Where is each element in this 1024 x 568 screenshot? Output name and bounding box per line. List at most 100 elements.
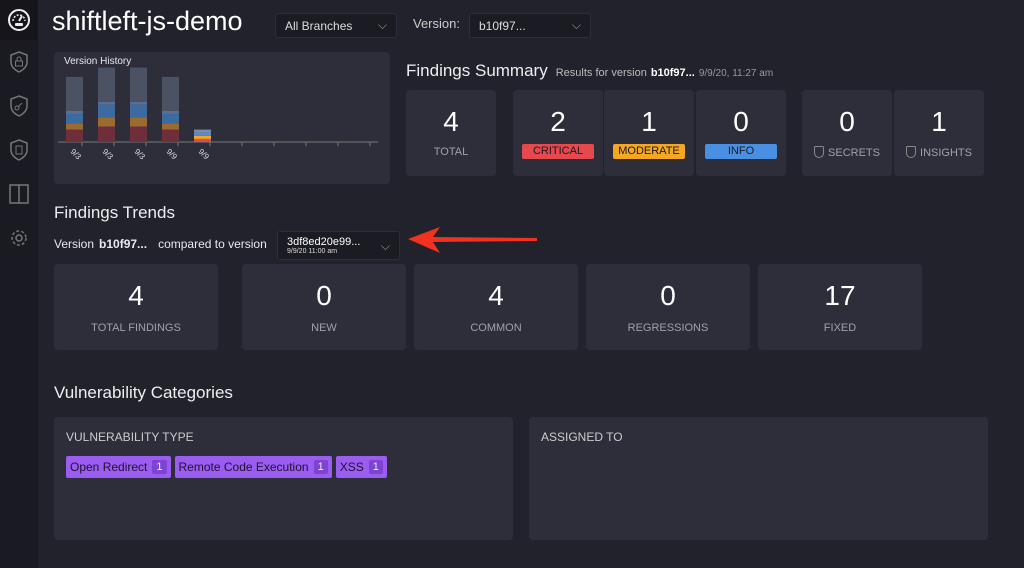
bar-segment-moderate[interactable] (66, 123, 83, 130)
tag-count: 1 (313, 460, 328, 474)
x-tick-label: 9/9 (197, 147, 212, 162)
version-history-card: Version History 9/3 9/3 9/3 9/9 9/9 (54, 52, 390, 184)
summary-stat-card[interactable]: 1 INSIGHTS (894, 90, 984, 176)
branch-select[interactable]: All Branches ⌵ (275, 13, 397, 38)
insight-shield-icon[interactable] (0, 128, 38, 172)
bar-segment-secrets[interactable] (130, 101, 147, 105)
stat-value: 4 (128, 280, 144, 311)
vulnerability-tag[interactable]: XSS 1 (335, 456, 387, 478)
dashboard-icon[interactable] (0, 0, 38, 40)
chevron-down-icon: ⌵ (377, 18, 387, 32)
assigned-to-header: ASSIGNED TO (541, 430, 623, 444)
version-select[interactable]: b10f97... ⌵ (469, 13, 591, 38)
stat-value: 1 (641, 106, 657, 137)
trend-stat-card[interactable]: 4 TOTAL FINDINGS (54, 264, 218, 350)
key-shield-icon[interactable] (0, 84, 38, 128)
bar-segment-moderate[interactable] (162, 123, 179, 130)
bar-segment-other[interactable] (162, 76, 179, 111)
trends-compare-text: Version b10f97... compared to version (54, 237, 267, 251)
vulnerability-tag[interactable]: Open Redirect 1 (66, 456, 171, 478)
bar-segment-moderate[interactable] (130, 117, 147, 127)
stat-value: 1 (931, 106, 947, 137)
trend-stat-card[interactable]: 17 FIXED (758, 264, 922, 350)
stat-value: 0 (839, 106, 855, 137)
stat-label: NEW (311, 322, 337, 334)
trend-stat-card[interactable]: 0 NEW (242, 264, 406, 350)
stat-label: INSIGHTS (920, 147, 972, 159)
version-prefix: Version (54, 237, 95, 251)
tag-count: 1 (152, 460, 167, 474)
stat-label: TOTAL FINDINGS (91, 322, 181, 334)
chevron-down-icon: ⌵ (380, 239, 390, 253)
bar-segment-moderate[interactable] (194, 135, 211, 139)
summary-stat-card[interactable]: 0 INFO (696, 90, 786, 176)
results-version: b10f97... (650, 67, 695, 79)
bar-segment-other[interactable] (130, 67, 147, 102)
bar-segment-info[interactable] (130, 104, 147, 118)
bar-segment-secrets[interactable] (194, 129, 211, 133)
stat-value: 0 (660, 280, 676, 311)
compare-version-date: 9/9/20 11:00 am (287, 248, 338, 255)
vulnerability-tag[interactable]: Remote Code Execution 1 (174, 456, 332, 478)
tag-label: Remote Code Execution (178, 460, 309, 474)
summary-title: Findings Summary (406, 61, 548, 80)
summary-stat-card[interactable]: 1 MODERATE (604, 90, 694, 176)
stat-value: 2 (550, 106, 566, 137)
gear-icon[interactable] (0, 216, 38, 260)
version-label: Version: (413, 16, 460, 31)
compare-version-value: 3df8ed20e99... (287, 236, 361, 248)
summary-header: Findings Summary Results for version b10… (406, 61, 773, 81)
x-tick-label: 9/3 (101, 147, 116, 162)
x-tick-label: 9/3 (69, 147, 84, 162)
stat-label: TOTAL (433, 146, 469, 158)
bar-segment-critical[interactable] (98, 126, 115, 143)
tag-label: XSS (339, 460, 364, 474)
summary-stat-card[interactable]: 0 SECRETS (802, 90, 892, 176)
trend-stat-card[interactable]: 4 COMMON (414, 264, 578, 350)
x-tick-label: 9/3 (133, 147, 148, 162)
results-prefix: Results for version (555, 67, 647, 79)
stat-label: FIXED (823, 322, 857, 334)
branch-select-value: All Branches (285, 18, 353, 33)
categories-title: Vulnerability Categories (54, 383, 233, 402)
compared-label: compared to version (158, 237, 267, 251)
severity-badge: MODERATE (613, 144, 685, 159)
trend-stat-card[interactable]: 0 REGRESSIONS (586, 264, 750, 350)
compare-version-select[interactable]: 3df8ed20e99... 9/9/20 11:00 am ⌵ (277, 231, 400, 260)
version-select-value: b10f97... (479, 18, 526, 33)
stat-value: 17 (824, 280, 856, 311)
insight-shield-icon (906, 146, 917, 158)
bar-segment-other[interactable] (98, 67, 115, 102)
tag-count: 1 (368, 460, 383, 474)
bar-segment-moderate[interactable] (98, 117, 115, 127)
severity-badge: INFO (705, 144, 777, 159)
bar-segment-secrets[interactable] (98, 101, 115, 105)
bar-segment-critical[interactable] (66, 129, 83, 142)
x-tick-label: 9/9 (165, 147, 180, 162)
bar-segment-critical[interactable] (194, 138, 211, 142)
bar-segment-info[interactable] (66, 114, 83, 124)
bar-segment-info[interactable] (98, 104, 115, 118)
stat-label: COMMON (470, 322, 522, 334)
stat-value: 0 (733, 106, 749, 137)
bar-segment-critical[interactable] (130, 126, 147, 143)
bar-segment-info[interactable] (162, 114, 179, 124)
stat-value: 0 (316, 280, 332, 311)
stat-value: 4 (443, 106, 459, 137)
bar-segment-secrets[interactable] (162, 111, 179, 115)
results-date: 9/9/20, 11:27 am (698, 68, 774, 79)
project-title: shiftleft-js-demo (52, 6, 243, 36)
trends-version: b10f97... (99, 237, 148, 251)
summary-stat-card[interactable]: 4 TOTAL (406, 90, 496, 176)
summary-stat-card[interactable]: 2 CRITICAL (513, 90, 603, 176)
lock-shield-icon[interactable] (0, 40, 38, 84)
bar-segment-other[interactable] (66, 76, 83, 111)
split-view-icon[interactable] (0, 172, 38, 216)
bar-segment-info[interactable] (194, 132, 211, 136)
bar-segment-critical[interactable] (162, 129, 179, 142)
stat-value: 4 (488, 280, 504, 311)
assigned-to-card: ASSIGNED TO (529, 417, 988, 540)
stat-label: SECRETS (828, 147, 880, 159)
bar-segment-secrets[interactable] (66, 111, 83, 115)
chevron-down-icon: ⌵ (571, 18, 581, 32)
